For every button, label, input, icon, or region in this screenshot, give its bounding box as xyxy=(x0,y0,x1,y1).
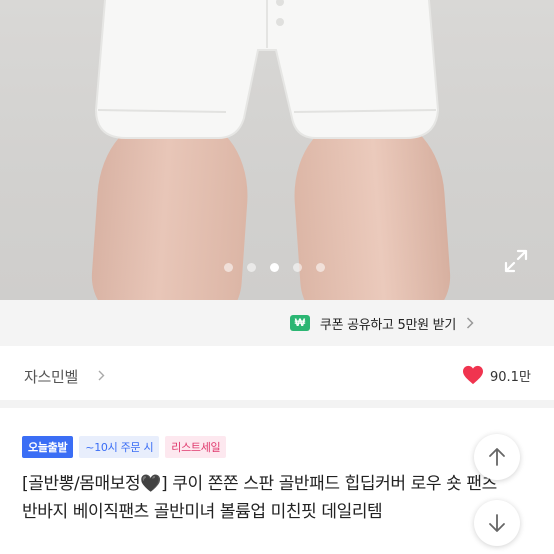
coupon-share-banner[interactable]: ₩ 쿠폰 공유하고 5만원 받기 xyxy=(0,300,554,346)
coupon-banner-text: 쿠폰 공유하고 5만원 받기 xyxy=(319,317,456,333)
badge-order-deadline: ~10시 주문 시 xyxy=(79,436,160,458)
scroll-up-button[interactable] xyxy=(474,434,520,480)
gallery-dot[interactable] xyxy=(224,263,233,272)
gallery-dot[interactable] xyxy=(247,263,256,272)
badge-list-sale: 리스트세일 xyxy=(165,436,227,458)
expand-icon[interactable] xyxy=(503,248,529,274)
chevron-right-icon xyxy=(466,317,474,329)
gallery-pagination xyxy=(224,263,325,272)
product-title: [골반뽕/몸매보정🖤] 쿠이 쫀쫀 스판 골반패드 힙딥커버 로우 숏 팬츠 반… xyxy=(22,474,497,522)
gallery-dot[interactable] xyxy=(293,263,302,272)
won-icon: ₩ xyxy=(289,315,310,331)
arrow-up-icon xyxy=(489,448,505,466)
heart-icon xyxy=(463,365,483,385)
gallery-dot-active[interactable] xyxy=(270,263,279,272)
shop-name-link[interactable]: 자스민벨 xyxy=(24,366,78,387)
shop-info-row: 자스민벨 90.1만 xyxy=(0,346,554,408)
chevron-right-icon[interactable] xyxy=(98,370,105,381)
product-photo-shorts xyxy=(94,0,440,139)
product-tags: 오늘출발 ~10시 주문 시 리스트세일 xyxy=(22,436,227,458)
scroll-down-button[interactable] xyxy=(474,500,520,546)
product-image-gallery[interactable] xyxy=(0,0,554,300)
like-count: 90.1만 xyxy=(490,369,531,385)
gallery-dot[interactable] xyxy=(316,263,325,272)
like-button[interactable]: 90.1만 xyxy=(462,365,531,385)
arrow-down-icon xyxy=(489,514,505,532)
badge-today-shipping: 오늘출발 xyxy=(22,436,74,458)
